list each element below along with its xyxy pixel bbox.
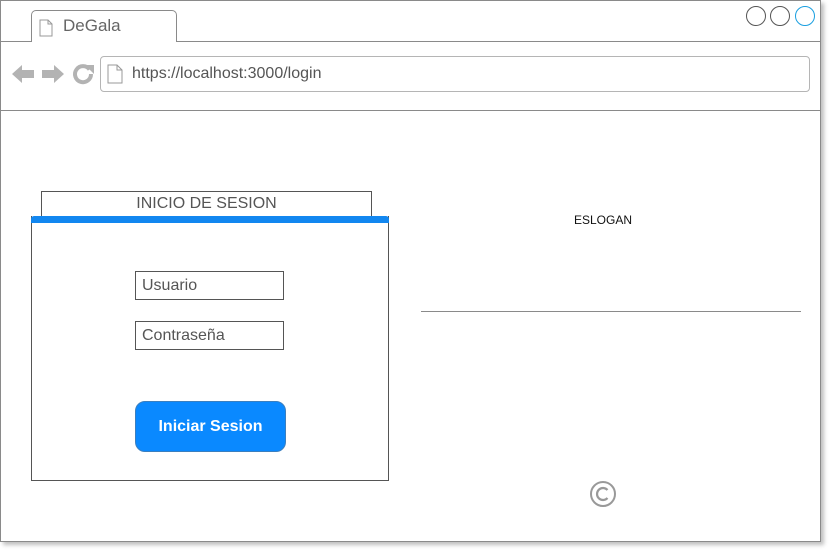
maximize-button[interactable] <box>770 6 790 26</box>
minimize-button[interactable] <box>746 6 766 26</box>
divider <box>421 311 801 312</box>
panel-accent-bar <box>31 216 389 223</box>
username-input[interactable] <box>135 271 284 300</box>
document-icon <box>39 19 53 37</box>
login-panel: Iniciar Sesion <box>31 216 389 481</box>
copyright-icon <box>590 481 616 507</box>
forward-arrow-icon[interactable] <box>41 62 65 86</box>
address-bar[interactable]: https://localhost:3000/login <box>100 56 810 92</box>
reload-icon[interactable] <box>71 62 95 86</box>
slogan-text: ESLOGAN <box>574 213 633 227</box>
login-button[interactable]: Iniciar Sesion <box>135 401 286 452</box>
close-button[interactable] <box>795 6 815 26</box>
password-input[interactable] <box>135 321 284 350</box>
navigation-bar: https://localhost:3000/login <box>1 42 820 111</box>
browser-tab[interactable]: DeGala <box>31 10 177 42</box>
tab-bar: DeGala <box>1 1 820 42</box>
url-text: https://localhost:3000/login <box>132 65 322 82</box>
document-icon <box>107 64 123 84</box>
login-title: INICIO DE SESION <box>41 191 372 217</box>
tab-title: DeGala <box>63 16 121 35</box>
back-arrow-icon[interactable] <box>11 62 35 86</box>
browser-window: DeGala https://localhost:3000/login INIC… <box>0 0 821 542</box>
